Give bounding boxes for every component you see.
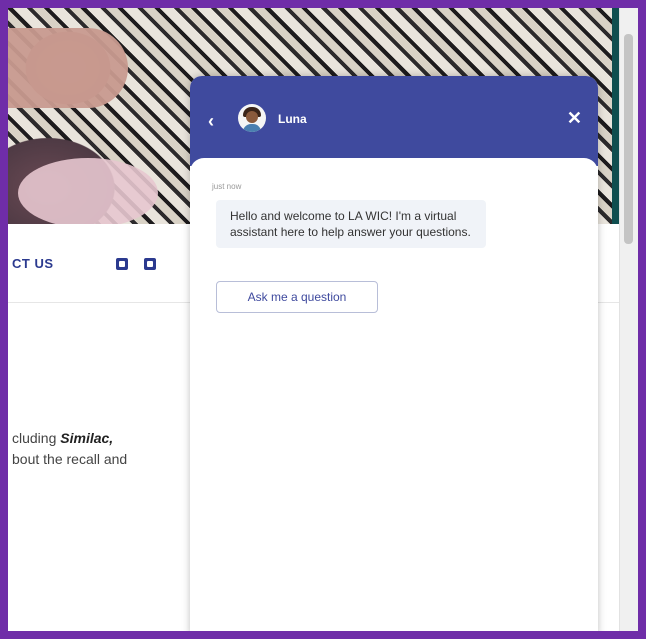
screenshot-frame: CT US cluding Similac, bout the recall a… [0,0,646,639]
nav-contact-us-link[interactable]: CT US [12,256,54,271]
message-timestamp: just now [212,182,242,191]
facebook-icon[interactable] [116,258,128,270]
chat-close-button[interactable]: ✕ [567,109,582,127]
article-line-2: bout the recall and [12,451,128,467]
bot-message-bubble: Hello and welcome to LA WIC! I'm a virtu… [216,200,486,248]
page-scrollbar[interactable] [619,8,638,631]
ask-question-button[interactable]: Ask me a question [216,281,378,313]
hero-photo-skin [8,28,128,108]
avatar-face [246,111,258,123]
article-bold-text: Similac, [60,430,114,446]
article-line-1: cluding Similac, [12,428,127,449]
article-line-1-text: cluding [12,430,61,446]
chat-body: just now Hello and welcome to LA WIC! I'… [190,158,598,631]
article-text: cluding Similac, bout the recall and [12,428,127,470]
agent-name: Luna [278,112,307,126]
chat-header: ‹ Luna ✕ [190,76,598,166]
agent-avatar [238,104,266,132]
chat-back-button[interactable]: ‹ [208,112,214,130]
scrollbar-thumb[interactable] [624,34,633,244]
avatar-body [243,124,261,132]
chat-widget: ‹ Luna ✕ just now Hello and welcome to L… [190,76,598,631]
hero-photo-blanket [18,158,158,224]
twitter-icon[interactable] [144,258,156,270]
